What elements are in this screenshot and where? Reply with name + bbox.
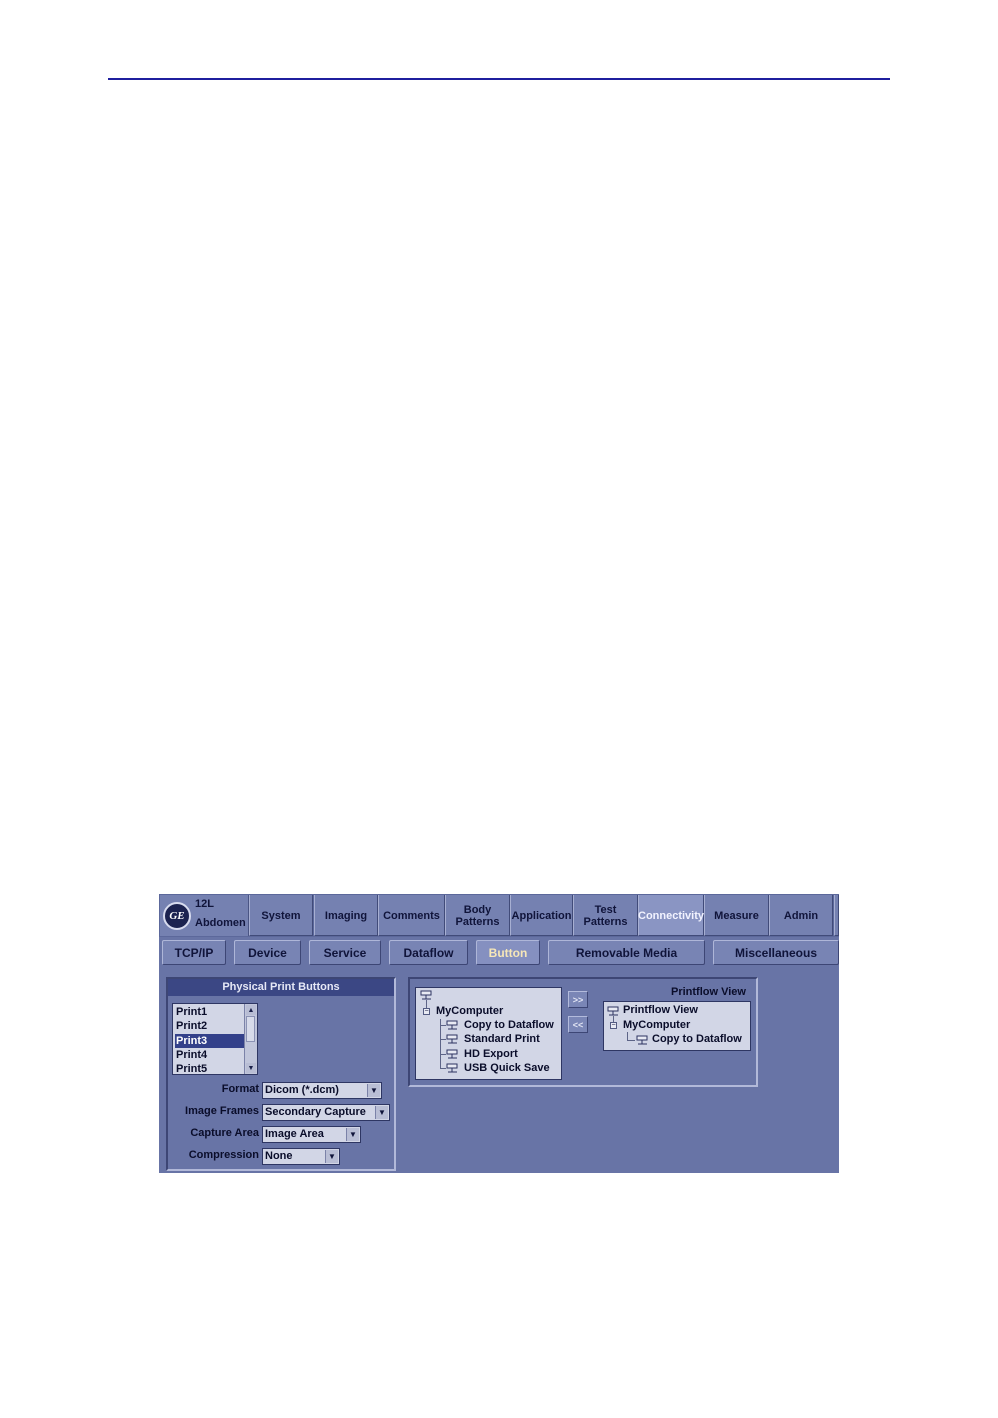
subtab-miscellaneous[interactable]: Miscellaneous <box>713 940 839 965</box>
status-area: GE 12L Abdomen <box>160 895 249 936</box>
list-item[interactable]: Print4 <box>175 1048 245 1062</box>
tab-system[interactable]: System <box>249 895 313 936</box>
dropdown-arrow-icon[interactable]: ▼ <box>375 1106 388 1119</box>
subtab-service[interactable]: Service <box>309 940 381 965</box>
application-label: Abdomen <box>195 917 246 929</box>
connectivity-button-config-screen: GE 12L Abdomen System Imaging Comments Body… <box>159 894 839 1173</box>
network-node-icon <box>446 1049 458 1059</box>
list-item[interactable]: Print5 <box>175 1062 245 1076</box>
tab-label: System <box>261 910 301 922</box>
printflow-copy-to-dataflow[interactable]: Copy to Dataflow <box>652 1033 742 1046</box>
compression-select[interactable]: None ▼ <box>262 1148 340 1165</box>
list-item[interactable]: Print1 <box>175 1005 245 1019</box>
scroll-down-arrow-icon[interactable]: ▼ <box>246 1063 256 1073</box>
format-label: Format <box>221 1083 259 1095</box>
list-item[interactable]: Print2 <box>175 1019 245 1033</box>
tree-connector <box>627 1040 635 1041</box>
collapse-minus-icon[interactable]: − <box>423 1008 430 1015</box>
network-node-icon <box>446 1063 458 1073</box>
tab-admin[interactable]: Admin <box>769 895 833 936</box>
tab-label: Connectivity <box>638 910 705 922</box>
network-node-icon <box>446 1034 458 1044</box>
print-button-list[interactable]: Print1 Print2 Print3 Print4 Print5 ▲ ▼ <box>172 1003 258 1075</box>
tab-body-patterns[interactable]: Body Patterns <box>445 895 510 936</box>
network-node-icon <box>636 1035 648 1045</box>
network-node-icon <box>420 990 432 1000</box>
network-node-icon <box>607 1006 619 1016</box>
image-frames-label: Image Frames <box>185 1105 259 1117</box>
image-frames-value: Secondary Capture <box>265 1106 366 1118</box>
scroll-up-arrow-icon[interactable]: ▲ <box>246 1005 256 1015</box>
tree-item-usb-quick-save[interactable]: USB Quick Save <box>464 1062 550 1075</box>
subtab-device[interactable]: Device <box>234 940 301 965</box>
tab-label: Admin <box>783 910 819 922</box>
source-tree[interactable]: − MyComputer Copy to Dataflow Standard Pr… <box>415 987 562 1080</box>
tab-label: Imaging <box>324 910 368 922</box>
capture-area-label: Capture Area <box>190 1127 259 1139</box>
add-to-printflow-button[interactable]: >> <box>568 991 588 1008</box>
capture-area-select[interactable]: Image Area ▼ <box>262 1126 361 1143</box>
list-item[interactable]: Print3 <box>175 1033 245 1048</box>
header-rule <box>108 78 890 80</box>
image-frames-select[interactable]: Secondary Capture ▼ <box>262 1104 390 1121</box>
top-tab-bar: GE 12L Abdomen System Imaging Comments Body… <box>159 894 839 937</box>
tab-measure[interactable]: Measure <box>704 895 769 936</box>
tree-connector <box>627 1032 628 1040</box>
tab-label: Test <box>594 904 617 916</box>
probe-label: 12L <box>195 898 214 910</box>
dropdown-arrow-icon[interactable]: ▼ <box>367 1084 380 1097</box>
network-node-icon <box>446 1020 458 1030</box>
list-scrollbar[interactable]: ▲ ▼ <box>244 1004 257 1074</box>
tree-connector <box>440 1019 441 1069</box>
tab-label: Patterns <box>583 916 628 928</box>
tab-imaging[interactable]: Imaging <box>314 895 378 936</box>
tab-label: Measure <box>714 910 759 922</box>
sub-tab-bar: TCP/IP Device Service Dataflow Button Removab… <box>159 937 839 969</box>
tree-item-copy-to-dataflow[interactable]: Copy to Dataflow <box>464 1019 554 1032</box>
tree-root-mycomputer[interactable]: MyComputer <box>436 1005 503 1018</box>
tab-application[interactable]: Application <box>510 895 573 936</box>
tab-connectivity[interactable]: Connectivity <box>638 895 704 936</box>
tab-label: Application <box>511 910 572 922</box>
dropdown-arrow-icon[interactable]: ▼ <box>325 1150 338 1163</box>
printflow-view-title: Printflow View <box>671 986 746 998</box>
subtab-removable-media[interactable]: Removable Media <box>548 940 705 965</box>
printflow-tree[interactable]: Printflow View − MyComputer Copy to Data… <box>603 1001 751 1051</box>
tab-comments[interactable]: Comments <box>378 895 445 936</box>
dropdown-arrow-icon[interactable]: ▼ <box>346 1128 359 1141</box>
collapse-minus-icon[interactable]: − <box>610 1022 617 1029</box>
panel-title: Physical Print Buttons <box>168 979 394 996</box>
format-value: Dicom (*.dcm) <box>265 1084 339 1096</box>
tab-test-patterns[interactable]: Test Patterns <box>573 895 638 936</box>
subtab-button[interactable]: Button <box>476 940 540 965</box>
subtab-dataflow[interactable]: Dataflow <box>389 940 468 965</box>
format-select[interactable]: Dicom (*.dcm) ▼ <box>262 1082 382 1099</box>
printflow-root[interactable]: Printflow View <box>623 1004 698 1017</box>
tree-item-standard-print[interactable]: Standard Print <box>464 1033 540 1046</box>
compression-label: Compression <box>188 1149 259 1161</box>
subtab-tcp-ip[interactable]: TCP/IP <box>162 940 226 965</box>
tab-overflow-edge <box>834 895 839 936</box>
capture-area-value: Image Area <box>265 1128 324 1140</box>
remove-from-printflow-button[interactable]: << <box>568 1016 588 1033</box>
scroll-thumb[interactable] <box>246 1016 255 1042</box>
ge-logo: GE <box>163 902 191 930</box>
tree-item-hd-export[interactable]: HD Export <box>464 1048 518 1061</box>
printflow-mycomputer[interactable]: MyComputer <box>623 1019 690 1032</box>
tab-label: Patterns <box>455 916 500 928</box>
compression-value: None <box>265 1150 293 1162</box>
tab-label: Body <box>463 904 492 916</box>
tab-label: Comments <box>383 910 440 922</box>
